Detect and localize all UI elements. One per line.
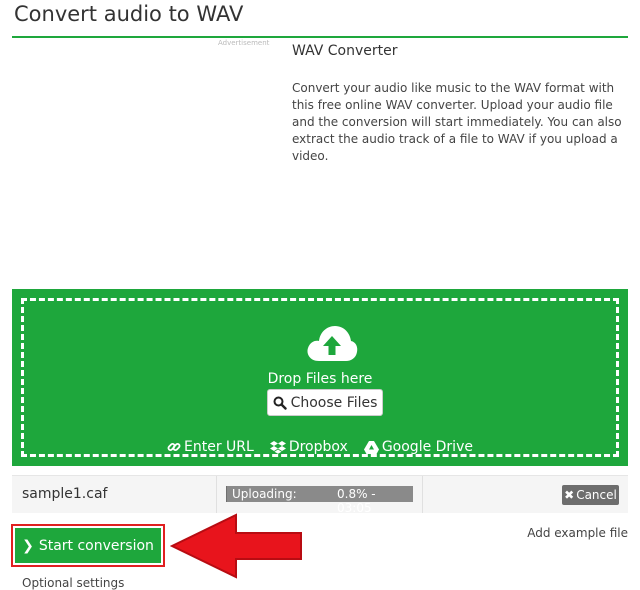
google-drive-label: Google Drive [381, 439, 473, 455]
upload-progress-fill [226, 486, 228, 502]
start-conversion-label: Start conversion [38, 537, 154, 554]
page-title: Convert audio to WAV [14, 2, 244, 26]
cancel-button[interactable]: ✖ Cancel [562, 485, 619, 505]
google-drive-icon [363, 440, 379, 454]
chevron-right-icon: ❯ [22, 537, 34, 554]
dropbox-icon [269, 441, 286, 454]
upload-sources: Enter URL Dropbox Google Drive [24, 439, 616, 455]
add-example-file-link[interactable]: Add example file [527, 526, 628, 540]
red-arrow-annotation-icon [170, 513, 302, 579]
link-icon [167, 443, 181, 451]
dropbox-link[interactable]: Dropbox [269, 439, 348, 455]
dropzone-dashed-border[interactable]: Drop Files here Choose Files Enter URL D… [21, 298, 619, 457]
column-divider [216, 476, 217, 513]
file-dropzone[interactable]: Drop Files here Choose Files Enter URL D… [12, 289, 628, 466]
title-divider [12, 36, 628, 38]
optional-settings-label[interactable]: Optional settings [22, 576, 124, 590]
choose-files-button[interactable]: Choose Files [267, 389, 383, 416]
start-conversion-button[interactable]: ❯ Start conversion [15, 528, 161, 563]
advertisement-label: Advertisement [218, 39, 270, 47]
converter-title: WAV Converter [292, 43, 398, 59]
file-name: sample1.caf [22, 486, 108, 502]
column-divider [422, 476, 423, 513]
dropbox-label: Dropbox [288, 439, 348, 455]
upload-progress-text: 0.8% - 03:05 [337, 487, 376, 515]
cancel-label: Cancel [576, 488, 617, 502]
upload-progress-bar: Uploading: 0.8% - 03:05 [226, 486, 413, 515]
cloud-upload-icon [307, 326, 358, 361]
enter-url-label: Enter URL [184, 439, 254, 455]
drop-files-text: Drop Files here [267, 371, 373, 387]
close-icon: ✖ [564, 488, 575, 502]
choose-files-label: Choose Files [290, 394, 378, 411]
converter-description: Convert your audio like music to the WAV… [292, 81, 622, 163]
file-list-row: sample1.caf Uploading: 0.8% - 03:05 ✖ Ca… [12, 475, 628, 515]
upload-status-label: Uploading: [232, 487, 297, 501]
search-icon [273, 396, 287, 410]
google-drive-link[interactable]: Google Drive [363, 439, 473, 455]
enter-url-link[interactable]: Enter URL [167, 439, 254, 455]
